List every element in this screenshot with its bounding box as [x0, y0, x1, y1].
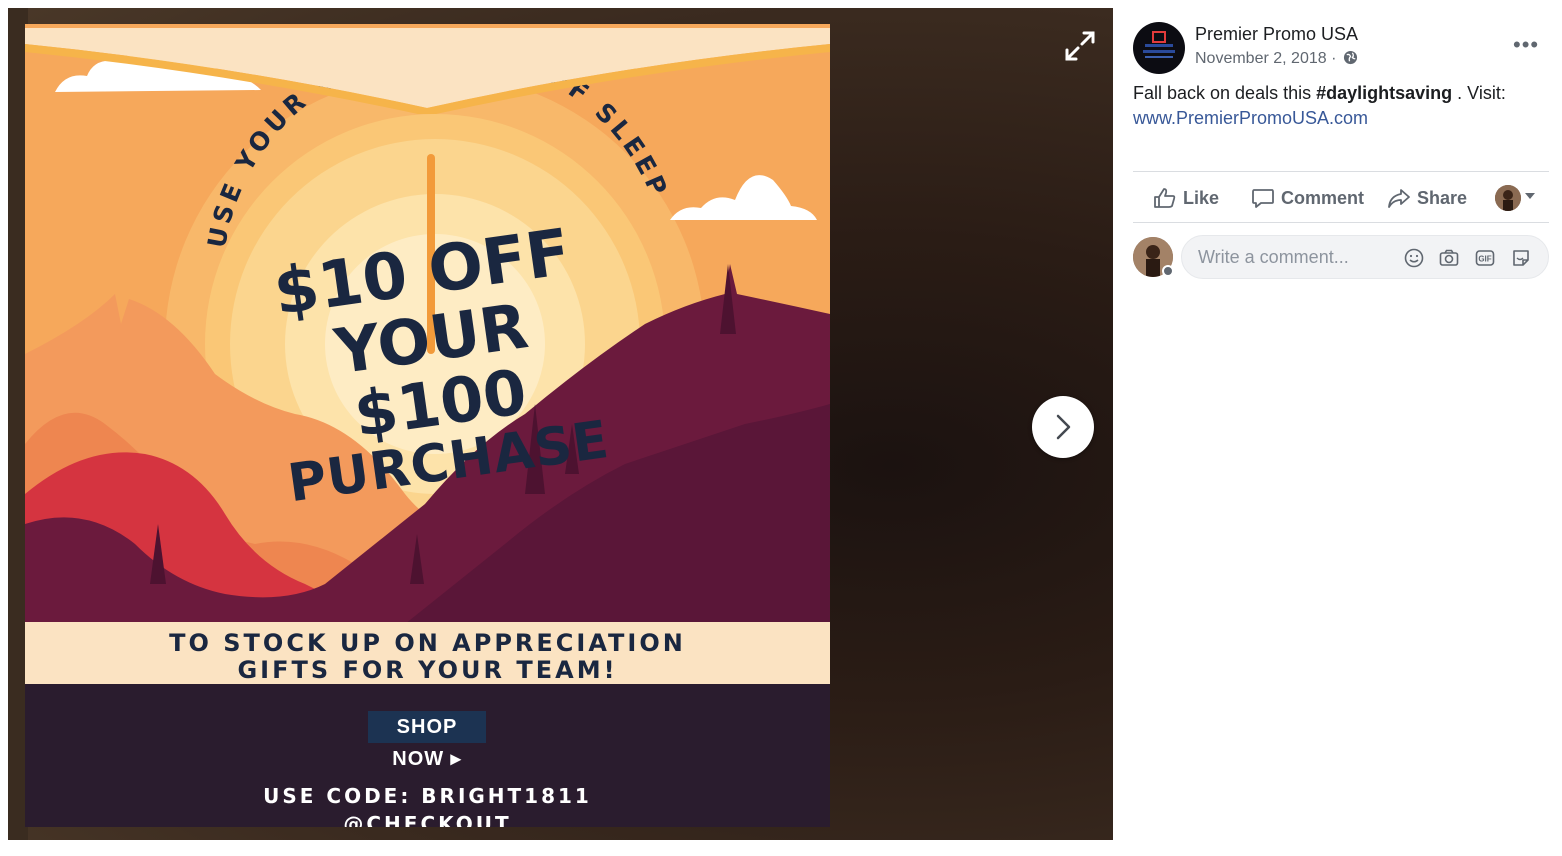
expand-icon[interactable]	[1062, 28, 1098, 64]
post-text-before: Fall back on deals this	[1133, 83, 1317, 103]
like-label: Like	[1183, 187, 1220, 208]
discount-headline: $10 OFF YOUR $100 PURCHASE	[239, 215, 631, 515]
actions-bottom-divider	[1133, 222, 1549, 223]
emoji-icon[interactable]	[1403, 247, 1425, 269]
photo-viewer: USE YOUR EXTRA HOUR OF SLEEP $10 OFF YOU…	[8, 8, 1113, 840]
comment-button[interactable]: Comment	[1251, 180, 1364, 216]
shop-now-button: SHOP NOW ▸	[368, 711, 486, 770]
next-photo-button[interactable]	[1032, 396, 1094, 458]
camera-icon[interactable]	[1438, 247, 1460, 269]
comment-input[interactable]: Write a comment... GIF	[1181, 235, 1549, 279]
banner-text: TO STOCK UP ON APPRECIATION GIFTS FOR YO…	[25, 630, 830, 684]
share-button[interactable]: Share	[1387, 180, 1467, 216]
page-name[interactable]: Premier Promo USA	[1195, 24, 1358, 45]
post-actions: Like Comment Share	[1133, 180, 1549, 216]
banner-line-1: TO STOCK UP ON APPRECIATION	[169, 629, 686, 657]
more-options-button[interactable]: •••	[1513, 32, 1539, 58]
globe-icon	[1343, 50, 1357, 65]
post-message: Fall back on deals this #daylightsaving …	[1133, 81, 1543, 131]
website-link[interactable]: www.PremierPromoUSA.com	[1133, 108, 1368, 128]
promo-photo[interactable]: USE YOUR EXTRA HOUR OF SLEEP $10 OFF YOU…	[25, 24, 830, 827]
gif-icon[interactable]: GIF	[1474, 247, 1496, 269]
post-date-text: November 2, 2018 ·	[1195, 50, 1337, 67]
page-avatar[interactable]	[1133, 22, 1185, 74]
post-sidebar: Premier Promo USA November 2, 2018 · •••…	[1113, 8, 1562, 840]
comment-placeholder: Write a comment...	[1198, 247, 1349, 267]
comment-bubble-icon	[1252, 189, 1274, 208]
code-line-2: @CHECKOUT	[343, 812, 512, 827]
post-text-after: . Visit:	[1452, 83, 1506, 103]
share-arrow-icon	[1388, 189, 1410, 208]
thumbs-up-icon	[1154, 188, 1176, 208]
like-button[interactable]: Like	[1153, 180, 1219, 216]
chevron-down-icon[interactable]	[1525, 193, 1535, 199]
sticker-icon[interactable]	[1510, 247, 1532, 269]
share-label: Share	[1417, 187, 1468, 208]
hashtag-link[interactable]: #daylightsaving	[1316, 83, 1452, 103]
post-date[interactable]: November 2, 2018 ·	[1195, 50, 1358, 68]
chevron-right-icon	[1056, 414, 1071, 440]
code-line-1: USE CODE: BRIGHT1811	[263, 784, 592, 808]
reaction-profile-avatar[interactable]	[1495, 185, 1521, 211]
promo-code: USE CODE: BRIGHT1811 @CHECKOUT	[25, 782, 830, 827]
comment-label: Comment	[1281, 187, 1365, 208]
banner-chevron	[25, 28, 830, 114]
banner-line-2: GIFTS FOR YOUR TEAM!	[237, 656, 618, 684]
presence-dot	[1162, 265, 1174, 277]
actions-top-divider	[1133, 171, 1549, 172]
svg-text:GIF: GIF	[1478, 255, 1491, 264]
